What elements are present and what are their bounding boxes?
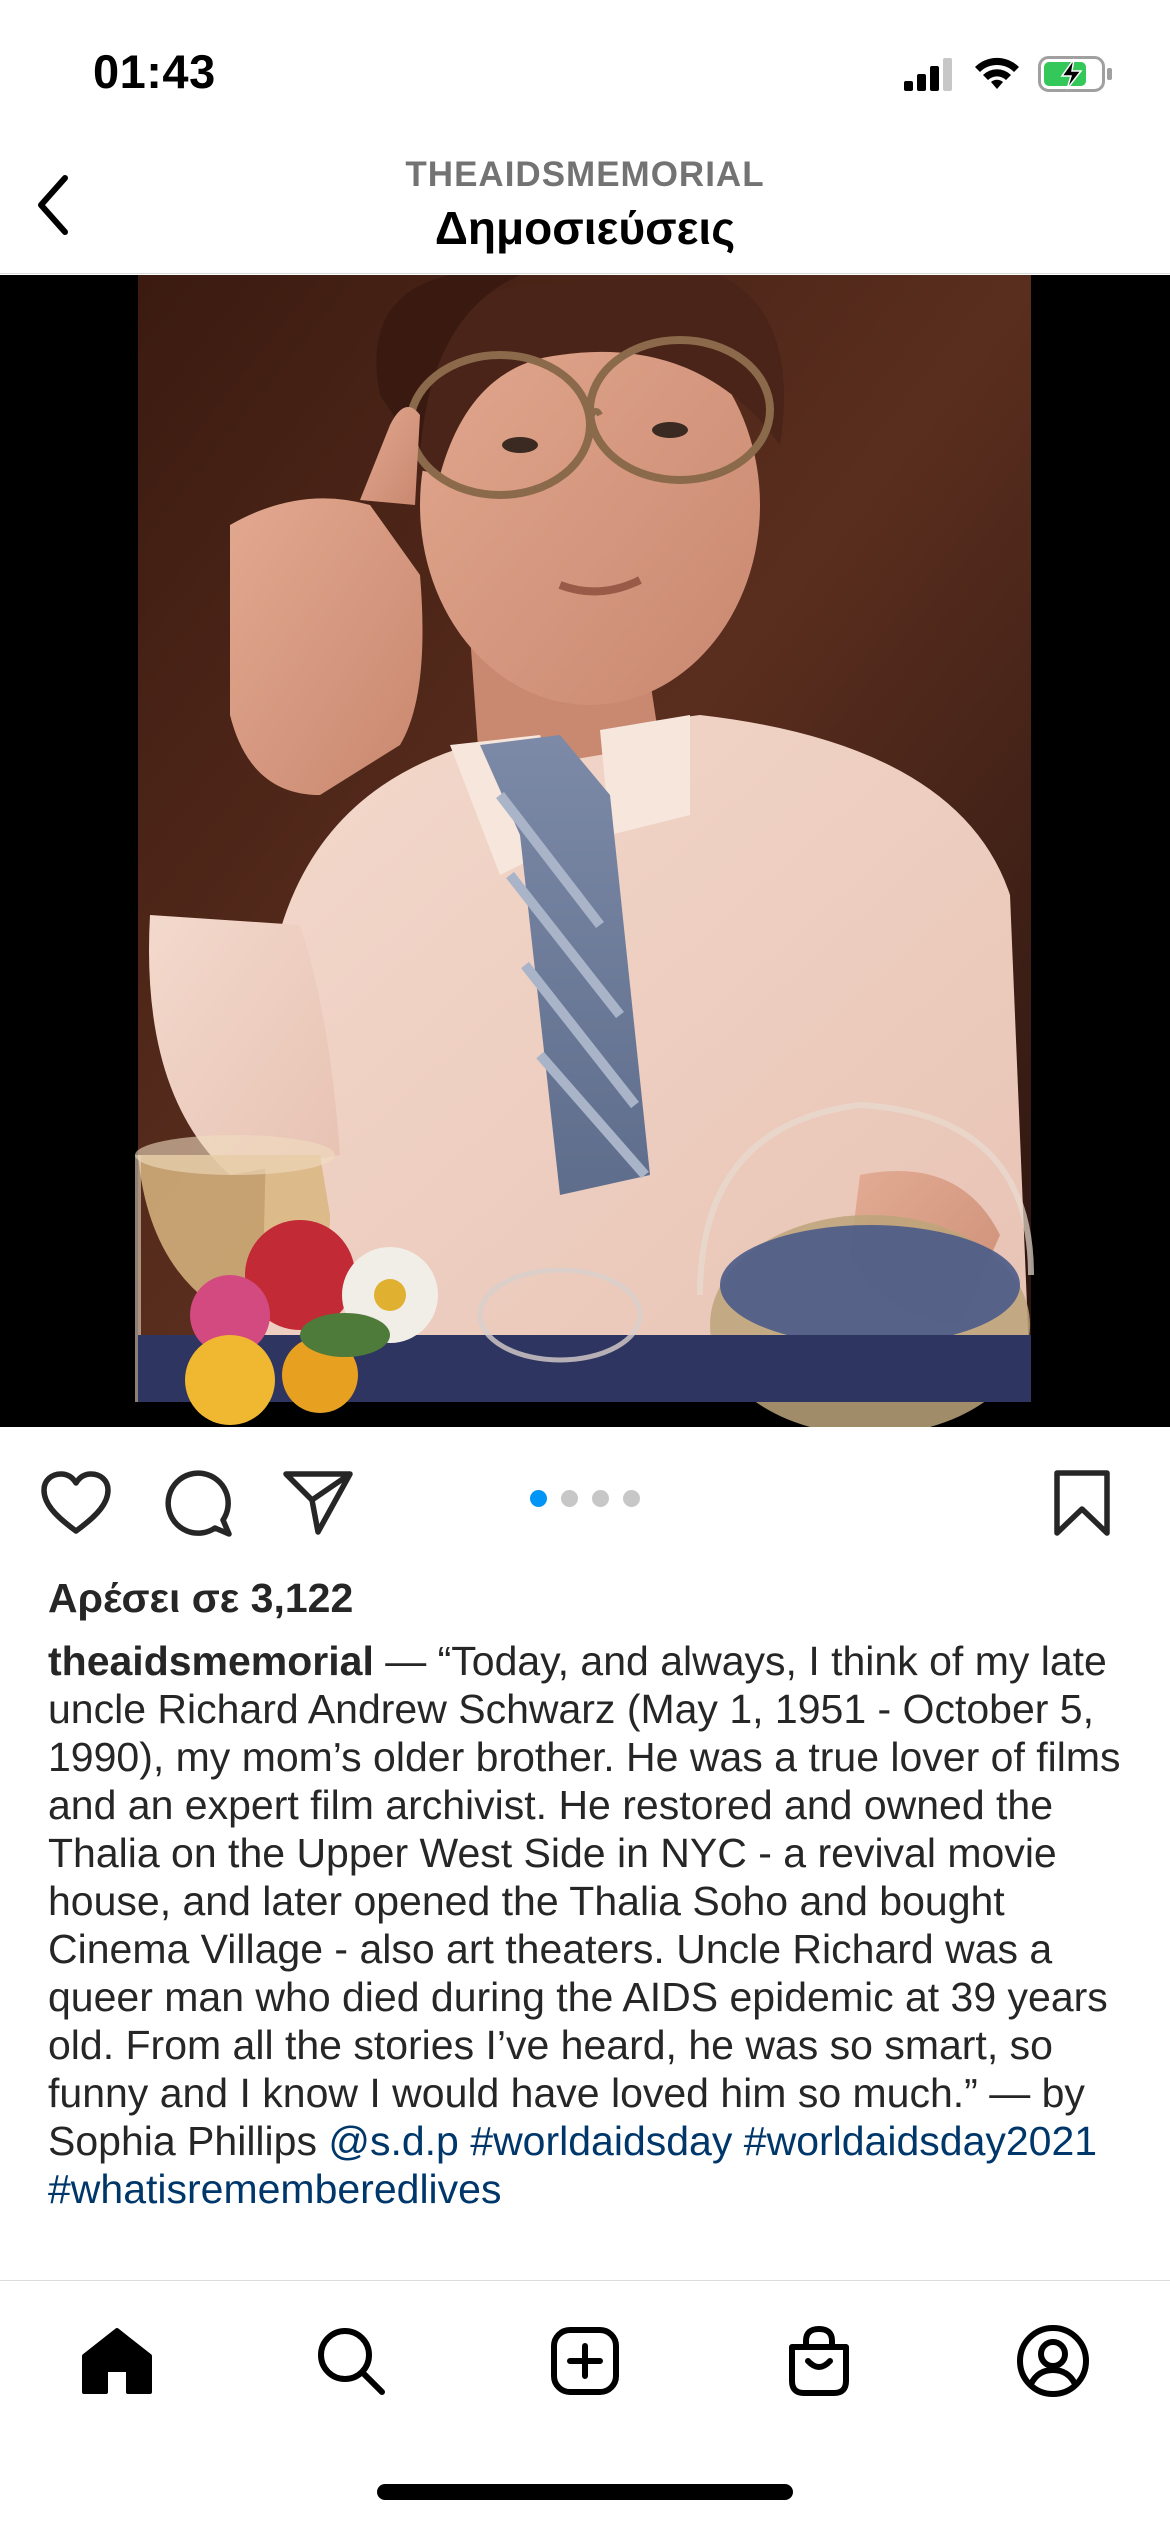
tab-shop[interactable]	[774, 2316, 864, 2406]
like-button[interactable]	[36, 1463, 116, 1543]
shop-bag-icon	[789, 2325, 849, 2396]
post-caption: theaidsmemorial — “Today, and always, I …	[48, 1637, 1133, 2213]
tab-home[interactable]	[72, 2316, 162, 2406]
save-bookmark-icon	[1054, 1470, 1110, 1536]
tab-new-post[interactable]	[540, 2316, 630, 2406]
carousel-dot-active	[530, 1490, 547, 1507]
home-indicator[interactable]	[377, 2484, 793, 2500]
tab-profile[interactable]	[1008, 2316, 1098, 2406]
page-title: Δημοσιεύσεις	[434, 202, 736, 254]
battery-charging-icon	[1038, 56, 1112, 92]
carousel-dot	[561, 1490, 578, 1507]
comment-bubble-icon	[165, 1470, 232, 1537]
search-icon	[318, 2328, 385, 2395]
caption-username[interactable]: theaidsmemorial	[48, 1638, 374, 1684]
share-button[interactable]	[278, 1463, 358, 1543]
like-heart-icon	[41, 1471, 111, 1534]
home-icon	[82, 2328, 152, 2394]
header-account-name[interactable]: THEAIDSMEMORIAL	[0, 153, 1170, 197]
caption-hashtag[interactable]: #whatisrememberedlives	[48, 2166, 501, 2212]
post-photo[interactable]	[0, 275, 1170, 1427]
post-header: THEAIDSMEMORIAL Δημοσιεύσεις	[0, 135, 1170, 274]
caption-mention[interactable]: @s.d.p	[328, 2118, 459, 2164]
status-bar: 01:43	[0, 0, 1170, 135]
profile-icon	[1017, 2325, 1089, 2397]
caption-hashtag[interactable]: #worldaidsday2021	[744, 2118, 1097, 2164]
save-button[interactable]	[1042, 1463, 1122, 1543]
instagram-post-screen: 01:43 THEAIDSMEMORIAL Δημοσιεύσεις Αρέσε…	[0, 0, 1170, 2532]
header-titles: THEAIDSMEMORIAL Δημοσιεύσεις	[0, 153, 1170, 257]
status-time: 01:43	[93, 45, 216, 98]
carousel-dot	[592, 1490, 609, 1507]
tab-search[interactable]	[306, 2316, 396, 2406]
caption-hashtag[interactable]: #worldaidsday	[470, 2118, 732, 2164]
wifi-icon	[975, 57, 1019, 89]
new-post-icon	[551, 2327, 619, 2395]
carousel-dot	[623, 1490, 640, 1507]
carousel-indicator	[530, 1490, 640, 1507]
likes-count[interactable]: Αρέσει σε 3,122	[48, 1568, 353, 1628]
share-send-icon	[283, 1471, 353, 1535]
cellular-signal-icon	[904, 58, 952, 91]
post-photo-image	[135, 275, 1034, 1427]
status-icons	[904, 50, 1114, 98]
caption-text: — “Today, and always, I think of my late…	[48, 1638, 1121, 2164]
comment-button[interactable]	[158, 1463, 238, 1543]
